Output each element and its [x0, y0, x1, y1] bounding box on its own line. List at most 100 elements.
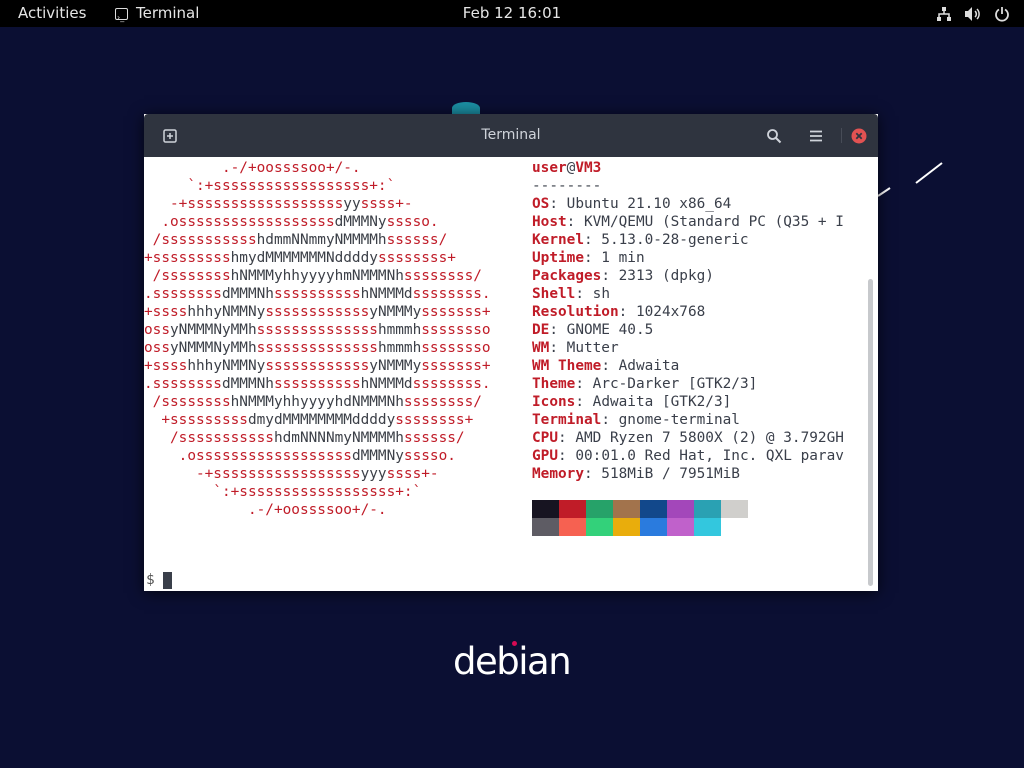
- color-swatch: [667, 518, 694, 536]
- info-value: : 1 min: [583, 250, 645, 266]
- info-row: Shell: sh: [532, 285, 866, 303]
- ascii-logo: .-/+oossssoo+/-. `:+ssssssssssssssssss+:…: [144, 159, 514, 519]
- app-menu[interactable]: Terminal: [115, 0, 200, 31]
- menu-icon: [810, 130, 822, 142]
- color-swatch: [694, 518, 721, 536]
- color-swatch: [532, 500, 559, 518]
- info-rows: OS: Ubuntu 21.10 x86_64 Host: KVM/QEMU (S…: [532, 195, 866, 483]
- info-label: DE: [532, 322, 550, 338]
- info-value: : Mutter: [549, 340, 619, 356]
- hostname: VM3: [575, 160, 602, 176]
- palette-row-normal: [532, 500, 748, 518]
- info-value: : 1024x768: [618, 304, 706, 320]
- info-row: Resolution: 1024x768: [532, 303, 866, 321]
- wallpaper-line: [877, 162, 943, 197]
- info-label: Host: [532, 214, 567, 230]
- user-host-line: user@VM3: [532, 159, 866, 177]
- info-label: Uptime: [532, 250, 584, 266]
- logo-line: /sssssssshNMMMyhhyyyyhmNMMMNhssssssss/: [144, 268, 482, 284]
- color-swatch: [721, 518, 748, 536]
- info-row: OS: Ubuntu 21.10 x86_64: [532, 195, 866, 213]
- text-cursor: [162, 571, 172, 589]
- info-row: GPU: 00:01.0 Red Hat, Inc. QXL parav: [532, 447, 866, 465]
- close-icon: [851, 128, 867, 144]
- volume-icon[interactable]: [964, 6, 982, 22]
- color-swatch: [586, 500, 613, 518]
- color-swatch: [559, 518, 586, 536]
- info-value: : 00:01.0 Red Hat, Inc. QXL parav: [558, 448, 844, 464]
- info-value: : 5.13.0-28-generic: [583, 232, 749, 248]
- wallpaper-glow: [452, 102, 480, 114]
- info-row: Memory: 518MiB / 7951MiB: [532, 465, 866, 483]
- info-row: Kernel: 5.13.0-28-generic: [532, 231, 866, 249]
- color-swatch: [586, 518, 613, 536]
- new-tab-icon: [163, 129, 177, 143]
- info-row: Packages: 2313 (dpkg): [532, 267, 866, 285]
- info-value: : 518MiB / 7951MiB: [583, 466, 740, 482]
- logo-line: `:+ssssssssssssssssss+:`: [144, 484, 422, 500]
- info-label: OS: [532, 196, 550, 212]
- system-info: user@VM3 -------- OS: Ubuntu 21.10 x86_6…: [532, 159, 866, 483]
- info-row: DE: GNOME 40.5: [532, 321, 866, 339]
- color-swatch: [532, 518, 559, 536]
- terminal-window[interactable]: Terminal .-/+oossssoo+/-. `:+sssssssssss…: [144, 114, 878, 591]
- clock[interactable]: Feb 12 16:01: [463, 4, 561, 22]
- info-value: : 2313 (dpkg): [601, 268, 714, 284]
- info-row: Icons: Adwaita [GTK2/3]: [532, 393, 866, 411]
- info-label: Kernel: [532, 232, 584, 248]
- logo-line: -+ssssssssssssssssssyyssss+-: [144, 196, 413, 212]
- info-value: : AMD Ryzen 7 5800X (2) @ 3.792GH: [558, 430, 844, 446]
- terminal-icon: [115, 4, 128, 31]
- logo-line: +sssssssssdmydMMMMMMMMddddyssssssss+: [144, 412, 474, 428]
- info-row: WM: Mutter: [532, 339, 866, 357]
- info-row: Theme: Arc-Darker [GTK2/3]: [532, 375, 866, 393]
- activities-button[interactable]: Activities: [18, 0, 86, 27]
- logo-line: ossyNMMMNyMMhsssssssssssssshmmmhssssssso: [144, 340, 491, 356]
- search-button[interactable]: [764, 126, 784, 146]
- logo-line: /ssssssssssshdmmNNmmyNMMMMhssssss/: [144, 232, 448, 248]
- palette-row-bright: [532, 518, 748, 536]
- info-value: : Arc-Darker [GTK2/3]: [575, 376, 758, 392]
- logo-line: +ssssssssshmydMMMMMMMNddddyssssssss+: [144, 250, 456, 266]
- info-value: : gnome-terminal: [601, 412, 740, 428]
- color-swatch: [613, 500, 640, 518]
- color-swatch: [694, 500, 721, 518]
- logo-line: `:+ssssssssssssssssss+:`: [144, 178, 396, 194]
- color-swatch: [640, 500, 667, 518]
- menu-button[interactable]: [806, 126, 826, 146]
- info-separator: --------: [532, 178, 602, 194]
- info-value: : KVM/QEMU (Standard PC (Q35 + I: [566, 214, 844, 230]
- info-row: WM Theme: Adwaita: [532, 357, 866, 375]
- app-menu-label: Terminal: [136, 4, 200, 22]
- power-icon[interactable]: [994, 6, 1010, 22]
- logo-line: /sssssssshNMMMyhhyyyyhdNMMMNhssssssss/: [144, 394, 482, 410]
- network-icon[interactable]: [936, 6, 952, 22]
- color-swatch: [613, 518, 640, 536]
- logo-line: .ssssssssdMMMNhsssssssssshNMMMdssssssss.: [144, 376, 491, 392]
- info-label: GPU: [532, 448, 558, 464]
- color-swatch: [559, 500, 586, 518]
- info-value: : Ubuntu 21.10 x86_64: [549, 196, 732, 212]
- info-label: WM: [532, 340, 550, 356]
- terminal-content[interactable]: .-/+oossssoo+/-. `:+ssssssssssssssssss+:…: [144, 157, 866, 591]
- color-palette: [532, 500, 748, 536]
- logo-line: .-/+oossssoo+/-.: [144, 160, 361, 176]
- logo-line: /ssssssssssshdmNNNNmyNMMMMhssssss/: [144, 430, 465, 446]
- logo-line: +sssshhhyNMMNyssssssssssssyNMMMysssssss+: [144, 304, 491, 320]
- debian-logo: debian: [453, 640, 572, 683]
- system-tray[interactable]: [936, 0, 1010, 27]
- info-row: Host: KVM/QEMU (Standard PC (Q35 + I: [532, 213, 866, 231]
- scrollbar[interactable]: [868, 279, 873, 586]
- title-bar[interactable]: Terminal: [144, 114, 878, 157]
- logo-line: .-/+oossssoo+/-.: [144, 502, 387, 518]
- color-swatch: [667, 500, 694, 518]
- color-swatch: [640, 518, 667, 536]
- new-tab-button[interactable]: [160, 126, 180, 146]
- username: user: [532, 160, 567, 176]
- shell-prompt[interactable]: $: [146, 571, 172, 589]
- logo-line: .ossssssssssssssssssdMMMNysssso.: [144, 448, 456, 464]
- debian-logo-dot: [512, 641, 517, 646]
- info-value: : GNOME 40.5: [549, 322, 654, 338]
- info-label: Terminal: [532, 412, 602, 428]
- close-button[interactable]: [849, 126, 869, 146]
